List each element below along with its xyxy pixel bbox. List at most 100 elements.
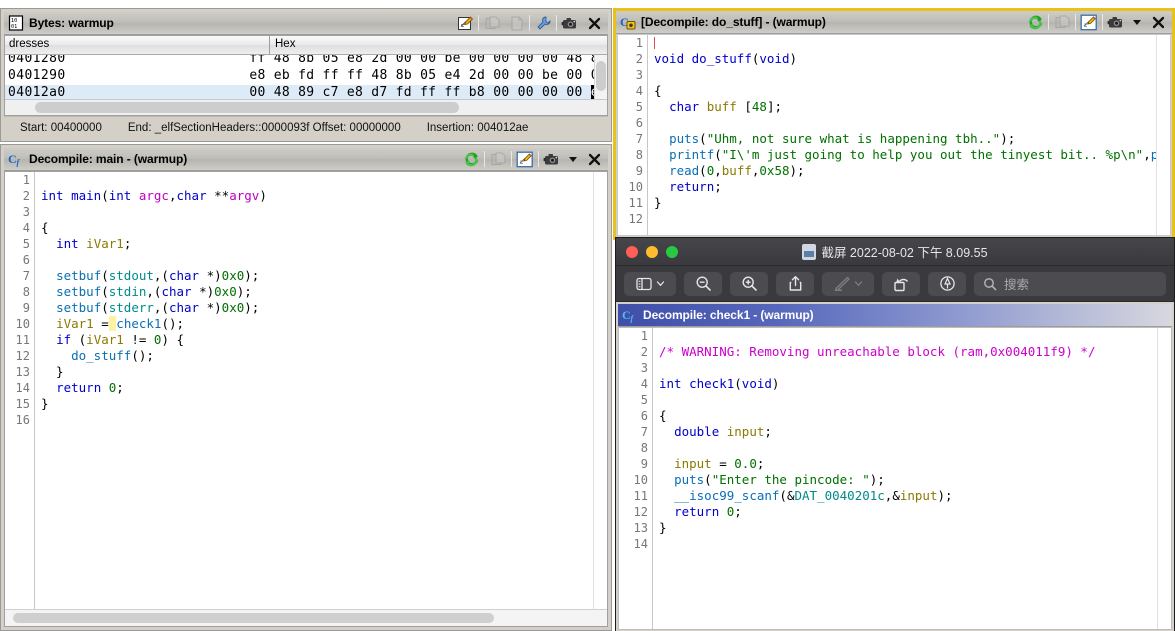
code-line[interactable]: { (654, 83, 1170, 99)
copy-icon[interactable] (480, 13, 504, 33)
code-line[interactable]: } (41, 396, 607, 412)
code-line[interactable]: setbuf(stdout,(char *)0x0); (41, 268, 607, 284)
column-header-addresses[interactable]: dresses (5, 36, 270, 54)
code-line[interactable]: return 0; (41, 380, 607, 396)
code-line[interactable] (659, 392, 1171, 408)
zoom-window-button[interactable] (666, 246, 678, 258)
close-window-button[interactable] (626, 246, 638, 258)
markup-button[interactable] (822, 272, 874, 296)
scrollbar-thumb[interactable] (596, 61, 606, 91)
code-vertical-scrollbar[interactable] (1156, 35, 1170, 235)
decompile-main-titlebar[interactable]: C f Decompile: main - (warmup) (4, 148, 608, 171)
code-line[interactable] (41, 412, 607, 428)
scrollbar-thumb[interactable] (13, 613, 494, 623)
code-line[interactable]: } (41, 364, 607, 380)
edit-icon[interactable] (1077, 12, 1101, 32)
code-line[interactable]: printf("I\'m just going to help you out … (654, 147, 1170, 163)
snapshot-camera-icon[interactable] (558, 13, 582, 33)
code-line[interactable]: setbuf(stdin,(char *)0x0); (41, 284, 607, 300)
check1-titlebar[interactable]: C f Decompile: check1 - (warmup) (618, 304, 1172, 327)
bytes-horizontal-scrollbar[interactable] (5, 99, 607, 115)
code-line[interactable] (41, 252, 607, 268)
bytes-rows[interactable]: 0401280 ff 48 8b 05 e8 2d 00 00 be 00 00… (5, 55, 607, 99)
refresh-icon[interactable] (459, 149, 483, 169)
code-line[interactable]: setbuf(stderr,(char *)0x0); (41, 300, 607, 316)
code-line[interactable] (41, 204, 607, 220)
code-line[interactable] (654, 211, 1170, 227)
code-line[interactable]: do_stuff(); (41, 348, 607, 364)
code-text[interactable]: /* WARNING: Removing unreachable block (… (653, 328, 1171, 629)
bytes-vertical-scrollbar[interactable] (594, 55, 607, 99)
code-line[interactable]: read(0,buff,0x58); (654, 163, 1170, 179)
code-vertical-scrollbar[interactable] (593, 172, 607, 609)
close-icon[interactable] (582, 13, 606, 33)
bytes-titlebar[interactable]: 10 01 Bytes: warmup (4, 12, 608, 35)
code-line[interactable]: if (iVar1 != 0) { (41, 332, 607, 348)
wrench-settings-icon[interactable] (531, 13, 555, 33)
code-line[interactable]: puts("Uhm, not sure what is happening tb… (654, 131, 1170, 147)
check1-code[interactable]: 1234567891011121314 /* WARNING: Removing… (619, 328, 1171, 629)
sidebar-toggle-button[interactable] (624, 272, 676, 296)
do-stuff-titlebar[interactable]: C [Decompile: do_stuff] - (warmup) (616, 11, 1172, 34)
preview-titlebar[interactable]: 截屏 2022-08-02 下午 8.09.55 (616, 238, 1174, 266)
minimize-window-button[interactable] (646, 246, 658, 258)
code-line[interactable]: { (659, 408, 1171, 424)
code-line[interactable]: int main(int argc,char **argv) (41, 188, 607, 204)
bytes-window[interactable]: 10 01 Bytes: warmup (0, 8, 612, 142)
zoom-out-button[interactable] (684, 272, 722, 296)
table-row-selected[interactable]: 04012a0 00 48 89 c7 e8 d7 fd ff ff b8 00… (5, 85, 607, 99)
dropdown-arrow-icon[interactable] (1128, 12, 1146, 32)
search-input[interactable]: 搜索 (974, 272, 1166, 296)
close-icon[interactable] (1146, 12, 1170, 32)
code-line[interactable]: } (659, 520, 1171, 536)
code-line[interactable]: int iVar1; (41, 236, 607, 252)
code-vertical-scrollbar[interactable] (1157, 328, 1171, 629)
code-line[interactable] (659, 440, 1171, 456)
snapshot-camera-icon[interactable] (1104, 12, 1128, 32)
decompile-main-code[interactable]: 12345678910111213141516 int main(int arg… (5, 172, 607, 609)
preview-window[interactable]: 截屏 2022-08-02 下午 8.09.55 (615, 237, 1175, 631)
preview-content[interactable]: C f Decompile: check1 - (warmup) 1234567… (616, 302, 1174, 631)
table-row[interactable]: 0401290 e8 eb fd ff ff 48 8b 05 e4 2d 00… (5, 68, 607, 85)
code-line[interactable]: puts("Enter the pincode: "); (659, 472, 1171, 488)
code-line[interactable]: __isoc99_scanf(&DAT_0040201c,&input); (659, 488, 1171, 504)
code-line[interactable] (659, 328, 1171, 344)
code-line[interactable] (654, 115, 1170, 131)
code-line[interactable]: } (654, 195, 1170, 211)
do-stuff-code[interactable]: 123456789101112 void do_stuff(void) { ch… (618, 35, 1170, 235)
code-line[interactable] (659, 536, 1171, 552)
code-line[interactable]: double input; (659, 424, 1171, 440)
copy-icon[interactable] (1050, 12, 1074, 32)
edit-icon[interactable] (513, 149, 537, 169)
table-row[interactable]: 0401280 ff 48 8b 05 e8 2d 00 00 be 00 00… (5, 55, 607, 68)
code-line[interactable]: void do_stuff(void) (654, 51, 1170, 67)
code-line[interactable] (654, 67, 1170, 83)
close-icon[interactable] (582, 149, 606, 169)
code-line[interactable]: return 0; (659, 504, 1171, 520)
code-line[interactable]: return; (654, 179, 1170, 195)
decompile-do-stuff-window[interactable]: C [Decompile: do_stuff] - (warmup) (613, 8, 1175, 240)
code-text[interactable]: void do_stuff(void) { char buff [48]; pu… (648, 35, 1170, 235)
edit-mode-icon[interactable] (453, 13, 477, 33)
code-line[interactable]: int check1(void) (659, 376, 1171, 392)
scrollbar-thumb[interactable] (35, 102, 460, 113)
code-line[interactable]: /* WARNING: Removing unreachable block (… (659, 344, 1171, 360)
copy-icon[interactable] (486, 149, 510, 169)
rotate-button[interactable] (882, 272, 920, 296)
dropdown-arrow-icon[interactable] (564, 149, 582, 169)
code-line[interactable]: { (41, 220, 607, 236)
decompile-check1-window[interactable]: C f Decompile: check1 - (warmup) 1234567… (616, 302, 1174, 631)
code-line[interactable]: char buff [48]; (654, 99, 1170, 115)
annotate-button[interactable] (928, 272, 966, 296)
paste-icon[interactable] (504, 13, 528, 33)
code-line[interactable]: iVar1 = check1(); (41, 316, 607, 332)
code-line[interactable]: input = 0.0; (659, 456, 1171, 472)
code-horizontal-scrollbar[interactable] (5, 609, 607, 626)
decompile-main-window[interactable]: C f Decompile: main - (warmup) (0, 144, 612, 631)
code-text[interactable]: int main(int argc,char **argv) { int iVa… (35, 172, 607, 609)
code-line[interactable] (654, 35, 1170, 51)
refresh-icon[interactable] (1023, 12, 1047, 32)
zoom-in-button[interactable] (730, 272, 768, 296)
share-button[interactable] (776, 272, 814, 296)
snapshot-camera-icon[interactable] (540, 149, 564, 169)
